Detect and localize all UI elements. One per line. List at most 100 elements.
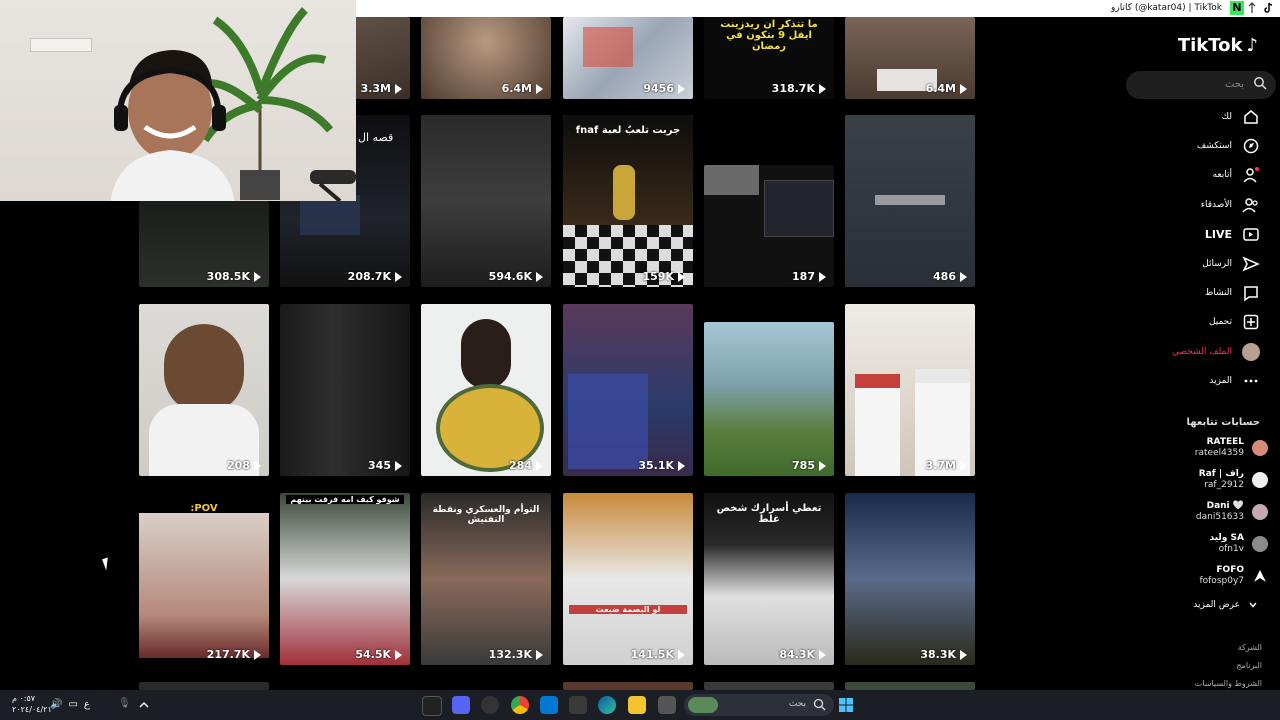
sidebar: TikTok ♪ بحث لك استكشف أتابعه الأصدقاء L… xyxy=(1115,17,1280,690)
tiktok-app-icon[interactable] xyxy=(422,696,442,716)
video-card[interactable]: 345 xyxy=(280,304,410,476)
followed-account[interactable]: RATEEL rateel4359 xyxy=(1195,437,1268,459)
video-card[interactable] xyxy=(845,682,975,690)
play-icon xyxy=(960,271,967,282)
video-card[interactable]: ما تتذكر ان ريدزينت ايفل 9 بتكون في رمضا… xyxy=(704,17,834,99)
outlook-icon[interactable] xyxy=(540,696,558,714)
windows-taskbar: ٠:٥٧ م ٢٠٢٤/٠٤/٢١ 🔊 ▭ ع 🎙 بحث xyxy=(0,690,1280,720)
footer-link[interactable]: الشركة xyxy=(1238,643,1262,652)
play-icon xyxy=(536,83,543,94)
video-view-count: 284 xyxy=(509,459,543,472)
nav-profile[interactable]: الملف الشخصي xyxy=(1172,343,1260,361)
footer-link[interactable]: البرنامج xyxy=(1236,661,1262,670)
video-view-count: 208 xyxy=(227,459,261,472)
play-icon xyxy=(254,649,261,660)
nav-live[interactable]: LIVE xyxy=(1205,225,1260,243)
nav-friends[interactable]: الأصدقاء xyxy=(1201,196,1260,214)
following-accounts-title: حسابات تتابعها xyxy=(1186,417,1260,428)
nav-explore[interactable]: استكشف xyxy=(1197,137,1260,155)
video-card[interactable]: تعطي أسرارك شخص غلط 84.3K xyxy=(704,493,834,665)
play-icon xyxy=(678,460,685,471)
video-card[interactable]: 9456 xyxy=(563,17,693,99)
video-card[interactable]: 35.1K xyxy=(563,304,693,476)
video-card[interactable]: 3.7M xyxy=(845,304,975,476)
nav-activity[interactable]: النشاط xyxy=(1205,284,1260,302)
home-icon xyxy=(1244,110,1258,124)
video-card[interactable]: 486 xyxy=(845,115,975,287)
video-card[interactable]: لو البصمة ضبعت 141.5K xyxy=(563,493,693,665)
video-card[interactable]: 6.4M xyxy=(845,17,975,99)
video-card[interactable] xyxy=(563,682,693,690)
avatar xyxy=(1252,504,1268,520)
task-view-icon[interactable] xyxy=(658,696,676,714)
search-input[interactable]: بحث xyxy=(1126,71,1276,99)
search-icon[interactable] xyxy=(1253,76,1267,90)
app-icon[interactable] xyxy=(481,696,499,714)
video-view-count: 9456 xyxy=(643,82,685,95)
taskbar-search-input[interactable]: بحث xyxy=(684,694,834,716)
video-view-count: 187 xyxy=(792,270,826,283)
nav-for-you[interactable]: لك xyxy=(1222,108,1260,126)
play-icon xyxy=(678,83,685,94)
video-card[interactable]: 187 xyxy=(704,165,834,287)
video-card[interactable]: 785 xyxy=(704,322,834,476)
video-card[interactable]: 594.6K xyxy=(421,115,551,287)
store-icon[interactable] xyxy=(569,696,587,714)
play-icon xyxy=(395,649,402,660)
video-view-count: 38.3K xyxy=(920,648,967,661)
video-card[interactable] xyxy=(704,682,834,690)
video-card[interactable]: 308.5K xyxy=(139,201,269,287)
video-card[interactable] xyxy=(139,682,269,690)
video-view-count: 132.3K xyxy=(489,648,543,661)
see-more-button[interactable]: عرض المزيد xyxy=(1193,600,1258,610)
language-indicator: ع xyxy=(83,699,90,710)
video-view-count: 208.7K xyxy=(348,270,402,283)
video-caption: ما تتذكر ان ريدزينت ايفل 9 بتكون في رمضا… xyxy=(720,19,818,52)
video-view-count: 3.3M xyxy=(361,82,402,95)
microphone-image xyxy=(310,170,356,201)
volume-icon: 🔊 xyxy=(50,699,63,710)
chevron-up-icon[interactable] xyxy=(138,699,150,711)
followed-account[interactable]: Dani 🤍 dani51633 xyxy=(1196,501,1268,523)
edge-icon[interactable] xyxy=(598,696,616,714)
tiktok-logo[interactable]: TikTok ♪ xyxy=(1178,35,1258,56)
microphone-icon[interactable]: 🎙 xyxy=(118,698,131,709)
video-card[interactable]: POV: 217.7K xyxy=(139,493,269,665)
footer-link[interactable]: الشروط والسياسات xyxy=(1195,679,1262,688)
file-explorer-icon[interactable] xyxy=(628,696,646,714)
video-view-count: 318.7K xyxy=(772,82,826,95)
system-clock[interactable]: ٠:٥٧ م ٢٠٢٤/٠٤/٢١ xyxy=(12,693,52,715)
compass-icon xyxy=(1243,138,1259,154)
video-card[interactable]: 284 xyxy=(421,304,551,476)
video-card[interactable]: التوأم والعسكري ونقطة التفتيش 132.3K xyxy=(421,493,551,665)
video-card[interactable]: جربت تلعبٌ لعبة fnaf 159K xyxy=(563,115,693,287)
window-menu-icon[interactable] xyxy=(1246,2,1258,14)
video-caption: شوفو كيف امه فرقت بينهم xyxy=(286,495,404,504)
discord-icon[interactable] xyxy=(452,696,470,714)
video-card[interactable]: شوفو كيف امه فرقت بينهم 54.5K xyxy=(280,493,410,665)
video-card[interactable]: 38.3K xyxy=(845,493,975,665)
upload-icon xyxy=(1243,314,1259,330)
windows-start-icon[interactable] xyxy=(838,697,854,713)
nav-messages[interactable]: الرسائل xyxy=(1202,255,1260,273)
followed-account[interactable]: Raf | راف raf_2912 xyxy=(1199,469,1268,491)
followed-account[interactable]: وليد SA ofn1v xyxy=(1210,533,1268,555)
profile-avatar-icon xyxy=(1242,343,1260,361)
video-card[interactable]: 208 xyxy=(139,304,269,476)
nav-more[interactable]: المزيد xyxy=(1209,372,1260,390)
system-tray[interactable]: 🔊 ▭ ع xyxy=(50,699,90,710)
video-view-count: 141.5K xyxy=(631,648,685,661)
chrome-icon[interactable] xyxy=(511,696,529,714)
light-switch xyxy=(30,38,92,52)
followed-account[interactable]: FOFO fofosp0y7 xyxy=(1199,565,1268,587)
video-caption: تعطي أسرارك شخص غلط xyxy=(716,503,822,525)
app-logo-icon: N xyxy=(1230,1,1244,15)
play-icon xyxy=(678,271,685,282)
video-caption: التوأم والعسكري ونقطة التفتيش xyxy=(432,505,540,525)
nav-following[interactable]: أتابعه xyxy=(1213,166,1260,184)
video-view-count: 308.5K xyxy=(207,270,261,283)
video-card[interactable]: 6.4M xyxy=(421,17,551,99)
nav-upload[interactable]: تحميل xyxy=(1209,313,1260,331)
window-title: كاتارو (@katar04) | TikTok xyxy=(1111,3,1222,13)
video-caption: جربت تلعبٌ لعبة fnaf xyxy=(575,125,681,136)
